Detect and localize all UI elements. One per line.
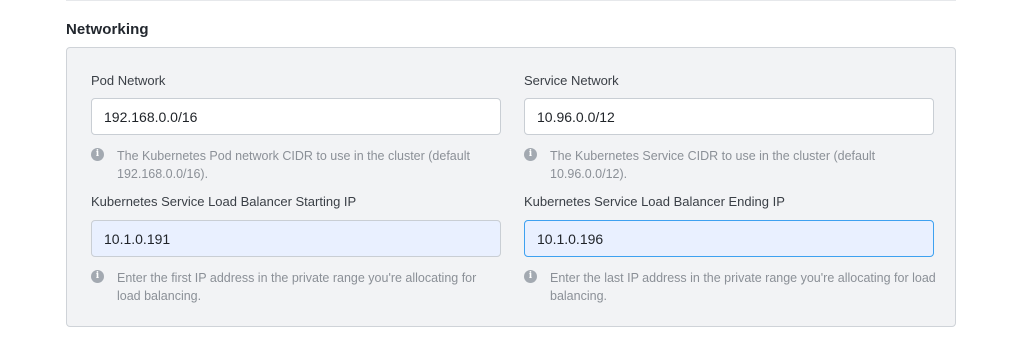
lb-end-input[interactable] [524,220,934,257]
info-icon: i [524,270,537,283]
info-icon: i [524,148,537,161]
section-divider [66,0,956,1]
lb-end-help-text: Enter the last IP address in the private… [550,271,936,303]
lb-start-input[interactable] [91,220,501,257]
info-icon: i [91,270,104,283]
pod-network-help-text: The Kubernetes Pod network CIDR to use i… [117,149,470,181]
lb-end-label: Kubernetes Service Load Balancer Ending … [524,194,785,209]
pod-network-input[interactable] [91,98,501,135]
lb-start-label: Kubernetes Service Load Balancer Startin… [91,194,357,209]
lb-start-help-text: Enter the first IP address in the privat… [117,271,477,303]
service-network-help-text: The Kubernetes Service CIDR to use in th… [550,149,876,181]
section-title: Networking [66,21,149,38]
service-network-input[interactable] [524,98,934,135]
service-network-label: Service Network [524,73,619,88]
info-icon: i [91,148,104,161]
networking-panel: Pod Network i The Kubernetes Pod network… [66,47,956,327]
pod-network-label: Pod Network [91,73,166,88]
